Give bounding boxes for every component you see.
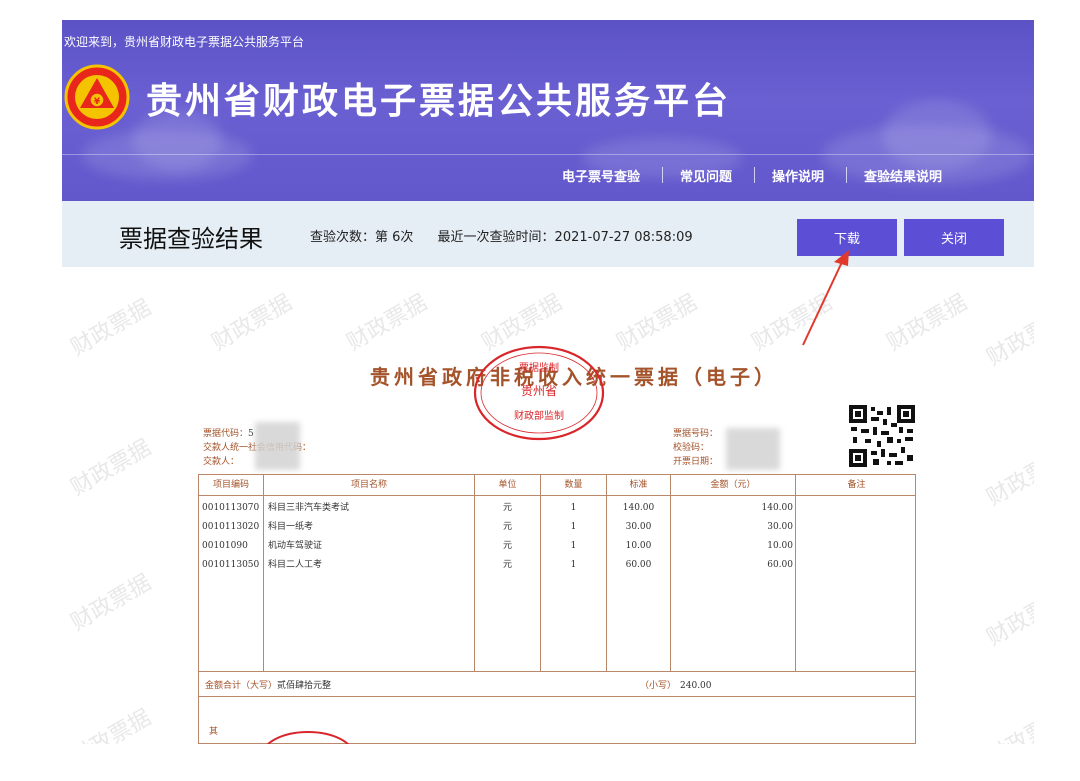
table-row: 0010113020 科目一纸考 元 1 30.00 30.00 — [202, 522, 793, 532]
other-label: 其 — [209, 727, 219, 737]
watermark: 财政票据 — [982, 305, 1034, 371]
column-header: 备注 — [847, 480, 866, 490]
result-bar: 票据查验结果 查验次数：第 6次 最近一次查验时间：2021-07-27 08:… — [62, 201, 1034, 267]
watermark: 财政票据 — [982, 585, 1034, 651]
watermark: 财政票据 — [747, 290, 837, 356]
column-header: 项目名称 — [350, 480, 387, 490]
column-header: 项目编码 — [212, 480, 249, 490]
column-header: 单位 — [498, 480, 517, 490]
column-header: 金额（元） — [710, 480, 756, 490]
qr-code-icon — [849, 405, 915, 467]
last-check-time: 最近一次查验时间：2021-07-27 08:58:09 — [437, 230, 693, 245]
watermark: 财政票据 — [982, 705, 1034, 744]
total-row: 金额合计（大写）贰佰肆拾元整 （小写） 240.00 — [199, 671, 915, 697]
total-label: 金额合计（大写）贰佰肆拾元整 — [205, 681, 332, 691]
download-button[interactable]: 下载 — [797, 219, 897, 256]
receipt-items-table: 项目编码 项目名称 单位 数量 标准 金额（元） 备注 0010113070 科… — [198, 474, 916, 744]
check-meta: 查验次数：第 6次 最近一次查验时间：2021-07-27 08:58:09 — [310, 226, 713, 245]
column-header: 数量 — [564, 480, 583, 490]
emblem-icon: ¥ — [64, 64, 130, 130]
nav-result-explanation[interactable]: 查验结果说明 — [864, 166, 942, 185]
field-issue-date: 开票日期： — [673, 457, 719, 467]
total-small-value: 240.00 — [680, 681, 712, 691]
check-count: 查验次数：第 6次 — [310, 230, 414, 245]
official-seal-icon: 票据监制 贵州省 财政部监制 — [473, 345, 605, 441]
table-row: 0010113050 科目二人工考 元 1 60.00 60.00 — [202, 560, 793, 570]
nav-separator — [846, 167, 848, 183]
nav-separator — [662, 167, 664, 183]
watermark: 财政票据 — [66, 570, 156, 636]
svg-text:¥: ¥ — [94, 97, 101, 107]
redacted-block — [726, 428, 780, 470]
watermark: 财政票据 — [342, 290, 432, 356]
total-small-label: （小写） 240.00 — [640, 681, 712, 691]
watermark: 财政票据 — [207, 290, 297, 356]
welcome-text: 欢迎来到，贵州省财政电子票据公共服务平台 — [64, 35, 305, 49]
watermark: 财政票据 — [612, 290, 702, 356]
page-title: 票据查验结果 — [119, 225, 263, 253]
watermark: 财政票据 — [66, 705, 156, 744]
browser-page: 欢迎来到，贵州省财政电子票据公共服务平台 ¥ 贵州省财政电子票据公共服务平台 电… — [62, 20, 1034, 744]
watermark: 财政票据 — [882, 290, 972, 356]
close-button[interactable]: 关闭 — [904, 219, 1004, 256]
main-nav: 电子票号查验 常见问题 操作说明 查验结果说明 — [562, 161, 942, 189]
nav-ticket-check[interactable]: 电子票号查验 — [562, 166, 640, 185]
field-payer: 交款人： — [203, 457, 240, 467]
field-ticket-number: 票据号码： — [673, 429, 719, 439]
watermark: 财政票据 — [982, 445, 1034, 511]
nav-divider — [62, 154, 1034, 155]
watermark: 财政票据 — [66, 435, 156, 501]
seal-middle-text: 贵州省 — [521, 384, 557, 398]
table-row: 00101090 机动车驾驶证 元 1 10.00 10.00 — [202, 541, 793, 551]
table-header: 项目编码 项目名称 单位 数量 标准 金额（元） 备注 — [199, 475, 915, 496]
field-ticket-code: 票据代码：5 — [203, 429, 254, 439]
site-title: 贵州省财政电子票据公共服务平台 — [146, 81, 732, 122]
table-row: 0010113070 科目三非汽车类考试 元 1 140.00 140.00 — [202, 503, 793, 513]
bottom-seal-fragment-icon — [266, 731, 350, 744]
field-check-code: 校验码： — [673, 443, 710, 453]
nav-instructions[interactable]: 操作说明 — [772, 166, 824, 185]
nav-separator — [754, 167, 756, 183]
total-in-words: 贰佰肆拾元整 — [277, 681, 332, 691]
column-header: 标准 — [629, 480, 648, 490]
seal-bottom-text: 财政部监制 — [514, 409, 564, 422]
site-banner: 欢迎来到，贵州省财政电子票据公共服务平台 ¥ 贵州省财政电子票据公共服务平台 电… — [62, 20, 1034, 201]
nav-faq[interactable]: 常见问题 — [680, 166, 732, 185]
seal-top-text: 票据监制 — [519, 361, 559, 374]
redacted-block — [255, 422, 300, 470]
watermark: 财政票据 — [66, 295, 156, 361]
